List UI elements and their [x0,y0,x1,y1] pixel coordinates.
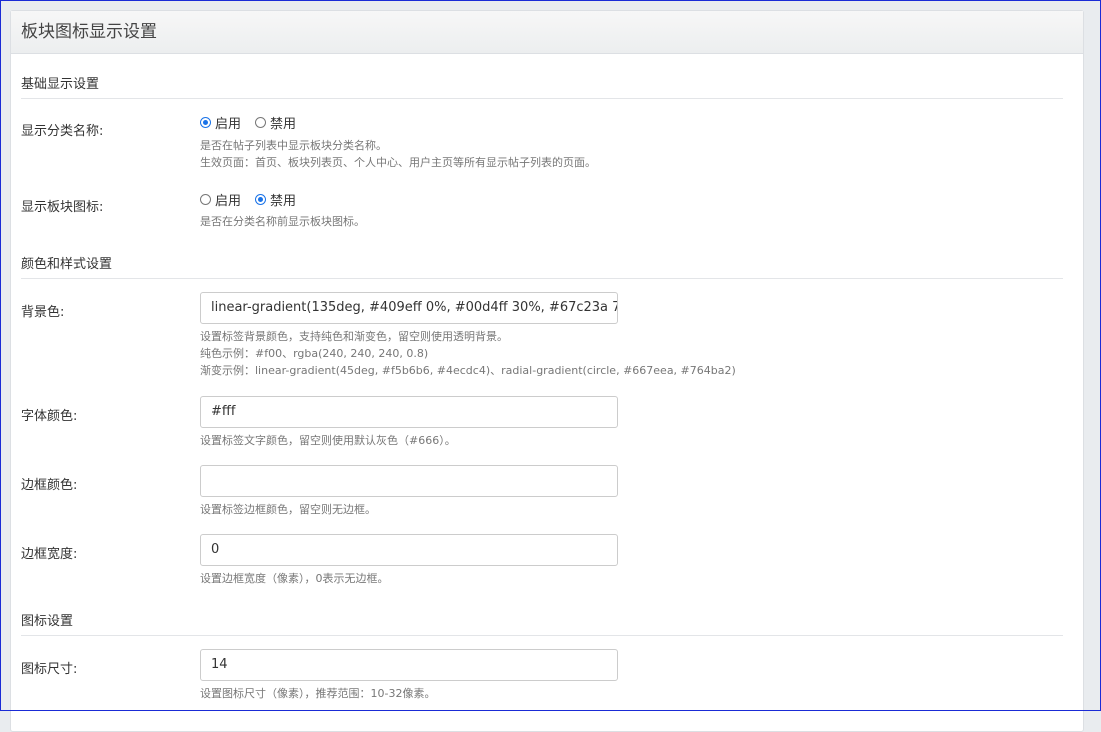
show-icon-enable-radio[interactable]: 启用 [200,190,241,209]
show-category-label: 显示分类名称: [21,124,104,139]
icon-size-label: 图标尺寸: [21,662,78,677]
bg-color-input[interactable]: linear-gradient(135deg, #409eff 0%, #00d… [200,292,618,324]
show-category-disable-radio[interactable]: 禁用 [255,113,296,132]
section-color-style: 颜色和样式设置 [21,253,1063,279]
radio-checked-icon [200,117,211,128]
settings-panel: 板块图标显示设置 基础显示设置 显示分类名称: 启用 禁用 是否在帖子列表中显示… [10,10,1084,732]
border-width-help: 设置边框宽度（像素），0表示无边框。 [200,572,389,585]
show-category-help: 是否在帖子列表中显示板块分类名称。 生效页面：首页、板块列表页、个人中心、用户主… [200,139,596,169]
font-color-input[interactable]: #fff [200,396,618,428]
radio-unchecked-icon [200,194,211,205]
show-icon-label: 显示板块图标: [21,200,104,215]
radio-unchecked-icon [255,117,267,128]
font-color-help: 设置标签文字颜色，留空则使用默认灰色（#666）。 [200,434,456,447]
show-category-radio-group: 启用 禁用 [200,113,310,132]
bg-color-label: 背景色: [21,305,65,320]
section-basic-display: 基础显示设置 [21,73,1063,99]
border-width-label: 边框宽度: [21,547,78,562]
border-color-label: 边框颜色: [21,478,78,493]
bg-color-help: 设置标签背景颜色，支持纯色和渐变色，留空则使用透明背景。 纯色示例：#f00、r… [200,330,736,377]
font-color-label: 字体颜色: [21,409,78,424]
show-icon-radio-group: 启用 禁用 [200,190,310,209]
show-icon-help: 是否在分类名称前显示板块图标。 [200,215,365,228]
show-icon-disable-radio[interactable]: 禁用 [255,190,296,209]
border-width-input[interactable]: 0 [200,534,618,566]
border-color-input[interactable] [200,465,618,497]
icon-size-input[interactable]: 14 [200,649,618,681]
border-color-help: 设置标签边框颜色，留空则无边框。 [200,503,376,516]
radio-checked-icon [255,194,267,205]
section-icon-settings: 图标设置 [21,610,1063,636]
panel-title: 板块图标显示设置 [11,11,1083,54]
icon-size-help: 设置图标尺寸（像素），推荐范围：10-32像素。 [200,687,436,700]
show-category-enable-radio[interactable]: 启用 [200,113,241,132]
